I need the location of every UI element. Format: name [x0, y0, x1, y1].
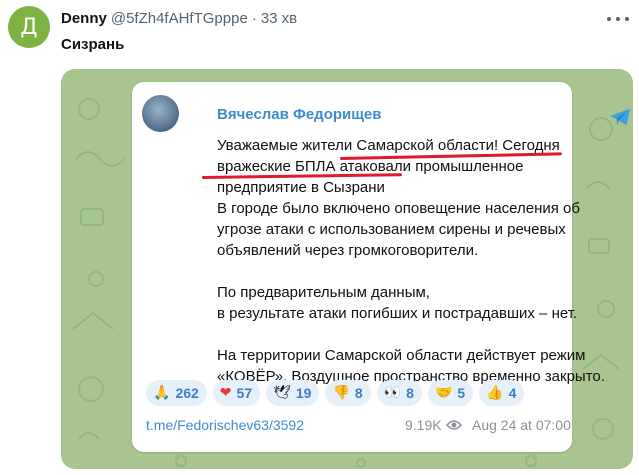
telegram-post-card: Вячеслав Федорищев Уважаемые жители Сама…	[132, 82, 631, 452]
message-line: По предварительным данным,	[217, 284, 430, 301]
message-line: объявлений через громкоговорители.	[217, 242, 479, 259]
message-line: предприятие в Сызрани	[217, 179, 385, 196]
message-line: На территории Самарской области действуе…	[217, 347, 586, 364]
message-line: вражеские БПЛА атаковали промышленное	[217, 158, 524, 175]
channel-name[interactable]: Вячеслав Федорищев	[217, 106, 381, 123]
tweet-header: Denny @5fZh4fAHfTGpppe · 33 хв	[61, 10, 297, 27]
message-line: угрозе атаки с использованием сирены и р…	[217, 221, 566, 238]
message-line: Уважаемые жители Самарской области! Сего…	[217, 137, 560, 154]
header-separator: ·	[251, 10, 257, 27]
message-line: В городе было включено оповещение населе…	[217, 200, 580, 217]
tweet-text: Сизрань	[61, 36, 125, 53]
post-time[interactable]: 33 хв	[261, 10, 297, 27]
message-line: в результате атаки погибших и пострадавш…	[217, 305, 578, 322]
channel-avatar[interactable]	[142, 95, 179, 132]
author-avatar[interactable]: Д	[8, 6, 50, 48]
author-handle[interactable]: @5fZh4fAHfTGpppe	[111, 10, 248, 27]
message-line: «КОВЁР». Воздушное пространство временно…	[217, 368, 605, 385]
telegram-icon	[609, 108, 631, 126]
media-image[interactable]: Вячеслав Федорищев Уважаемые жители Сама…	[61, 69, 633, 469]
author-name[interactable]: Denny	[61, 10, 107, 27]
more-options-icon[interactable]	[607, 12, 629, 26]
